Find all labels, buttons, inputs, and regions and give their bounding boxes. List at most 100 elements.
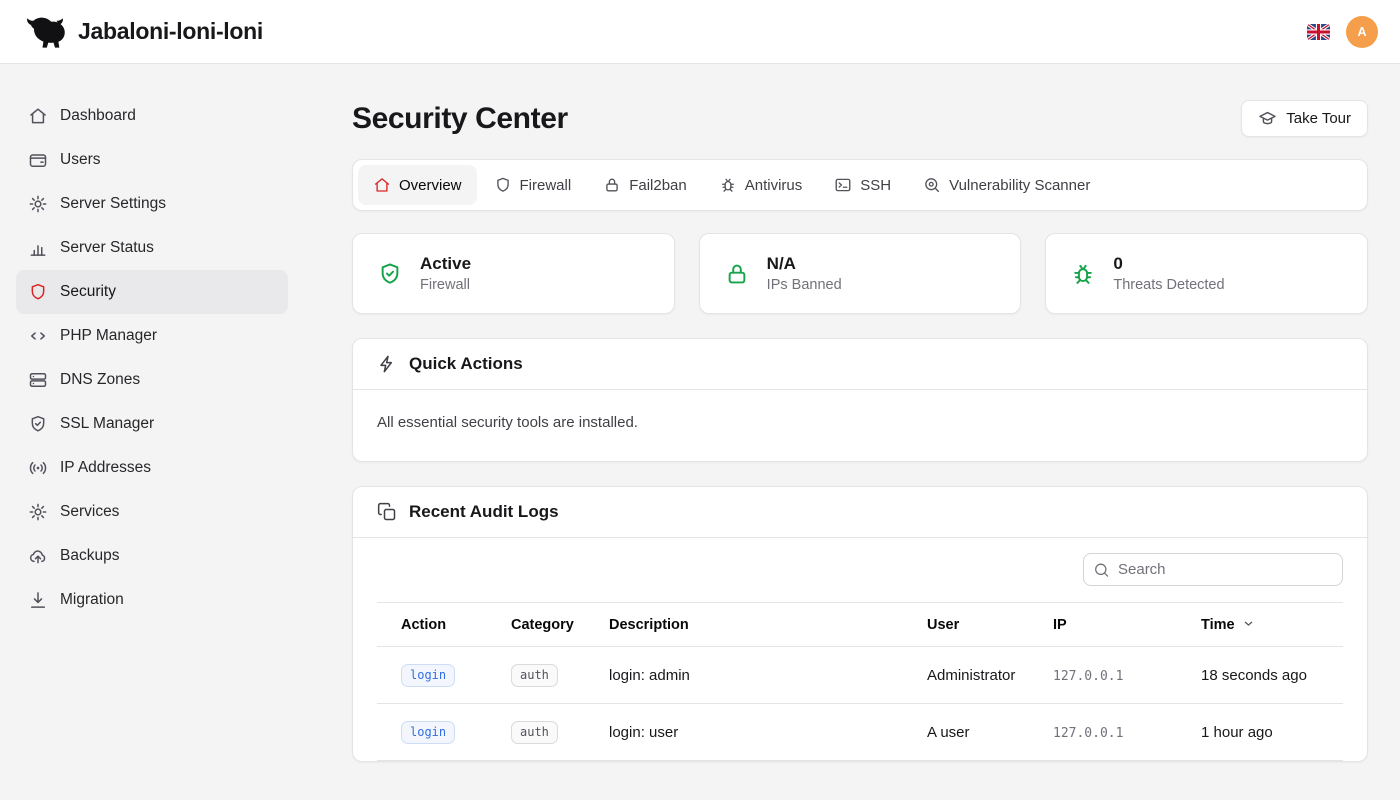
tab-vulnerability-scanner[interactable]: Vulnerability Scanner bbox=[908, 165, 1105, 205]
tab-label: SSH bbox=[860, 177, 891, 194]
time-cell: 1 hour ago bbox=[1177, 704, 1343, 761]
column-header-user: User bbox=[903, 603, 1029, 647]
main-content: Security Center Take Tour Overview Firewa… bbox=[304, 64, 1400, 800]
tab-overview[interactable]: Overview bbox=[358, 165, 477, 205]
sidebar-item-security[interactable]: Security bbox=[16, 270, 288, 314]
tab-ssh[interactable]: SSH bbox=[819, 165, 906, 205]
stat-value: 0 bbox=[1113, 254, 1224, 274]
tab-label: Fail2ban bbox=[629, 177, 687, 194]
search-box bbox=[1083, 553, 1343, 586]
shield-icon bbox=[494, 176, 512, 194]
tab-fail2ban[interactable]: Fail2ban bbox=[588, 165, 702, 205]
stat-value: Active bbox=[420, 254, 471, 274]
app-header: Jabaloni-loni-loni A bbox=[0, 0, 1400, 64]
table-row: login auth login: adminAdministrator127.0.… bbox=[377, 647, 1343, 704]
page-title: Security Center bbox=[352, 102, 568, 136]
column-header-category: Category bbox=[487, 603, 585, 647]
tab-label: Antivirus bbox=[745, 177, 803, 194]
user-cell: Administrator bbox=[903, 647, 1029, 704]
audit-logs-table: ActionCategoryDescriptionUserIPTime logi… bbox=[377, 602, 1343, 761]
stat-value: N/A bbox=[767, 254, 842, 274]
sidebar-item-label: Migration bbox=[60, 591, 124, 609]
action-badge: login bbox=[401, 664, 455, 687]
sidebar-item-server-status[interactable]: Server Status bbox=[16, 226, 288, 270]
bull-logo-icon bbox=[22, 15, 68, 49]
audit-logs-card: Recent Audit Logs ActionCategoryDescript… bbox=[352, 486, 1368, 762]
app-title: Jabaloni-loni-loni bbox=[78, 18, 263, 45]
wallet-icon bbox=[28, 150, 48, 170]
table-row: loginauthlogin: userA user127.0.0.11 hou… bbox=[377, 704, 1343, 761]
sidebar-item-ssl-manager[interactable]: SSL Manager bbox=[16, 402, 288, 446]
stat-card-threats-detected: 0 Threats Detected bbox=[1045, 233, 1368, 314]
bar-chart-icon bbox=[28, 238, 48, 258]
gear-icon bbox=[28, 194, 48, 214]
column-header-description: Description bbox=[585, 603, 903, 647]
tab-label: Vulnerability Scanner bbox=[949, 177, 1090, 194]
code-icon bbox=[28, 326, 48, 346]
shield-icon bbox=[28, 282, 48, 302]
column-header-time[interactable]: Time bbox=[1177, 603, 1343, 647]
download-icon bbox=[28, 590, 48, 610]
quick-actions-card: Quick Actions All essential security too… bbox=[352, 338, 1368, 462]
radio-icon bbox=[28, 458, 48, 478]
stats-row: Active Firewall N/AIPs Banned 0 Threats Dete… bbox=[352, 233, 1368, 314]
brand: Jabaloni-loni-loni bbox=[22, 15, 263, 49]
stat-label: Firewall bbox=[420, 277, 471, 293]
ip-cell: 127.0.0.1 bbox=[1029, 647, 1177, 704]
sidebar-item-label: Server Status bbox=[60, 239, 154, 257]
sidebar: Dashboard Users Server Settings Server Stat… bbox=[0, 64, 304, 800]
time-cell: 18 seconds ago bbox=[1177, 647, 1343, 704]
lock-icon bbox=[603, 176, 621, 194]
graduation-cap-icon bbox=[1258, 109, 1277, 128]
quick-actions-title: Quick Actions bbox=[409, 354, 523, 374]
category-badge: auth bbox=[511, 664, 558, 687]
column-header-action: Action bbox=[377, 603, 487, 647]
search-input[interactable] bbox=[1083, 553, 1343, 586]
tab-label: Overview bbox=[399, 177, 462, 194]
gear-icon bbox=[28, 502, 48, 522]
tab-antivirus[interactable]: Antivirus bbox=[704, 165, 818, 205]
column-header-ip: IP bbox=[1029, 603, 1177, 647]
sidebar-item-label: Dashboard bbox=[60, 107, 136, 125]
take-tour-button[interactable]: Take Tour bbox=[1241, 100, 1368, 137]
sidebar-item-server-settings[interactable]: Server Settings bbox=[16, 182, 288, 226]
scan-search-icon bbox=[923, 176, 941, 194]
sidebar-item-services[interactable]: Services bbox=[16, 490, 288, 534]
bug-icon bbox=[1070, 261, 1096, 287]
sidebar-item-users[interactable]: Users bbox=[16, 138, 288, 182]
quick-actions-message: All essential security tools are install… bbox=[377, 414, 1343, 431]
sidebar-item-ip-addresses[interactable]: IP Addresses bbox=[16, 446, 288, 490]
audit-logs-title: Recent Audit Logs bbox=[409, 502, 559, 522]
bug-icon bbox=[719, 176, 737, 194]
sidebar-item-label: Security bbox=[60, 283, 116, 301]
stat-card-ips-banned: N/AIPs Banned bbox=[699, 233, 1022, 314]
shield-check-icon bbox=[377, 261, 403, 287]
sidebar-item-label: Users bbox=[60, 151, 100, 169]
ip-cell: 127.0.0.1 bbox=[1029, 704, 1177, 761]
sidebar-item-php-manager[interactable]: PHP Manager bbox=[16, 314, 288, 358]
chevron-down-icon bbox=[1241, 616, 1256, 631]
home-icon bbox=[373, 176, 391, 194]
take-tour-label: Take Tour bbox=[1286, 110, 1351, 127]
uk-flag-icon[interactable] bbox=[1307, 24, 1330, 40]
sidebar-item-backups[interactable]: Backups bbox=[16, 534, 288, 578]
sidebar-item-dashboard[interactable]: Dashboard bbox=[16, 94, 288, 138]
description-cell: login: admin bbox=[585, 647, 903, 704]
header-actions: A bbox=[1307, 16, 1378, 48]
tab-firewall[interactable]: Firewall bbox=[479, 165, 587, 205]
user-avatar[interactable]: A bbox=[1346, 16, 1378, 48]
sidebar-item-label: DNS Zones bbox=[60, 371, 140, 389]
sidebar-item-migration[interactable]: Migration bbox=[16, 578, 288, 622]
sidebar-item-label: PHP Manager bbox=[60, 327, 157, 345]
sidebar-item-label: Backups bbox=[60, 547, 119, 565]
category-badge: auth bbox=[511, 721, 558, 744]
cloud-upload-icon bbox=[28, 546, 48, 566]
terminal-icon bbox=[834, 176, 852, 194]
shield-check-icon bbox=[28, 414, 48, 434]
tab-label: Firewall bbox=[520, 177, 572, 194]
sidebar-item-dns-zones[interactable]: DNS Zones bbox=[16, 358, 288, 402]
security-tabs: Overview Firewall Fail2ban Antivirus SSH Vuln… bbox=[352, 159, 1368, 211]
sidebar-item-label: Services bbox=[60, 503, 119, 521]
stat-label: Threats Detected bbox=[1113, 277, 1224, 293]
stat-card-firewall: Active Firewall bbox=[352, 233, 675, 314]
